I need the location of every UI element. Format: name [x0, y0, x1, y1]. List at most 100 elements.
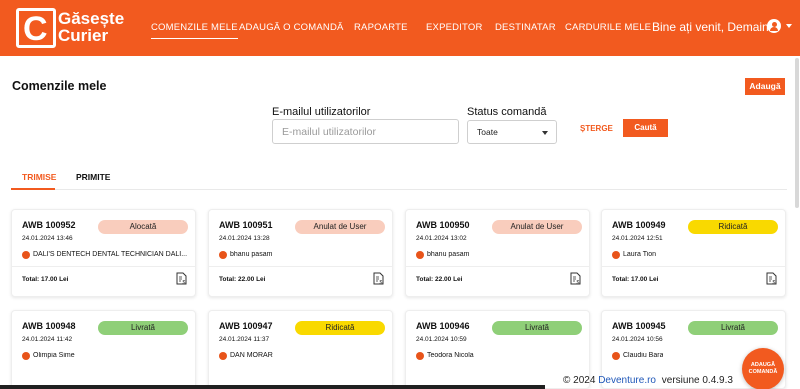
fab-line1: ADAUGĂ — [750, 362, 776, 368]
nav-destinatar[interactable]: DESTINATAR — [495, 22, 556, 33]
recipient-dot-icon — [612, 251, 620, 259]
status-label: Status comandă — [467, 106, 547, 118]
card-divider — [602, 266, 785, 267]
order-card[interactable]: AWB 100948 Livrată 24.01.2024 11:42 Olimpia… — [11, 310, 196, 389]
top-navbar: C Găsește Curier COMENZILE MELE ADAUGĂ O… — [0, 0, 800, 56]
status-select-value: Toate — [477, 127, 498, 137]
card-divider — [12, 266, 195, 267]
invoice-icon[interactable]: $ — [570, 272, 581, 286]
recipient-dot-icon — [22, 352, 30, 360]
recipient-name: DAN MORAR — [230, 352, 273, 359]
awb-number: AWB 100945 — [612, 321, 666, 331]
tab-trimise[interactable]: TRIMISE — [22, 172, 56, 182]
awb-number: AWB 100947 — [219, 321, 273, 331]
copyright: © 2024 — [563, 375, 596, 386]
scrollbar-thumb[interactable] — [795, 58, 799, 208]
recipient-dot-icon — [416, 352, 424, 360]
nav-expeditor[interactable]: EXPEDITOR — [426, 22, 483, 33]
recipient-name: Teodora Nicola — [427, 352, 474, 359]
order-date: 24.01.2024 13:02 — [416, 235, 467, 242]
order-total: Total: 22.00 Lei — [416, 276, 463, 283]
status-badge: Anulat de User — [295, 220, 385, 234]
recipient-name: bhanu pasam — [230, 251, 273, 258]
status-badge: Ridicată — [688, 220, 778, 234]
tab-primite[interactable]: PRIMITE — [76, 172, 110, 182]
recipient-dot-icon — [612, 352, 620, 360]
card-divider — [209, 266, 392, 267]
status-badge: Livrată — [688, 321, 778, 335]
add-order-fab[interactable]: ADAUGĂ COMANDĂ — [742, 348, 784, 389]
awb-number: AWB 100950 — [416, 220, 470, 230]
recipient-name: Laura Tion — [623, 251, 657, 258]
order-date: 24.01.2024 13:46 — [22, 235, 73, 242]
order-date: 24.01.2024 13:28 — [219, 235, 270, 242]
status-badge: Livrată — [492, 321, 582, 335]
recipient-dot-icon — [219, 352, 227, 360]
recipient-name: DALI'S DENTECH DENTAL TECHNICIAN DALI... — [33, 251, 188, 258]
order-total: Total: 22.00 Lei — [219, 276, 266, 283]
page-title: Comenzile mele — [12, 79, 107, 93]
logo-icon[interactable]: C — [16, 8, 56, 48]
invoice-icon[interactable]: $ — [766, 272, 777, 286]
awb-number: AWB 100951 — [219, 220, 273, 230]
welcome-text: Bine ați venit, Demain — [652, 20, 769, 34]
brand-name-line2: Curier — [58, 26, 109, 45]
order-card[interactable]: AWB 100952 Alocată 24.01.2024 13:46 DALI'S … — [11, 209, 196, 297]
order-card[interactable]: AWB 100949 Ridicată 24.01.2024 12:51 Laura … — [601, 209, 786, 297]
order-total: Total: 17.00 Lei — [22, 276, 69, 283]
logo-letter: C — [23, 10, 48, 48]
nav-rapoarte[interactable]: RAPOARTE — [354, 22, 408, 33]
recipient-name: Claudiu Bara — [623, 352, 664, 359]
bottom-bar — [0, 385, 545, 389]
invoice-icon[interactable]: $ — [373, 272, 384, 286]
awb-number: AWB 100946 — [416, 321, 470, 331]
version: versiune 0.4.9.3 — [661, 375, 733, 386]
add-button[interactable]: Adaugă — [745, 78, 785, 95]
recipient-dot-icon — [22, 251, 30, 259]
footer: © 2024 Deventure.ro versiune 0.4.9.3 — [563, 375, 733, 386]
nav-adauga-comanda[interactable]: ADAUGĂ O COMANDĂ — [239, 22, 344, 33]
active-tab-indicator — [11, 188, 55, 190]
order-date: 24.01.2024 12:51 — [612, 235, 663, 242]
recipient-dot-icon — [219, 251, 227, 259]
order-total: Total: 17.00 Lei — [612, 276, 659, 283]
awb-number: AWB 100952 — [22, 220, 76, 230]
user-circle-icon[interactable] — [767, 19, 781, 33]
recipient-name: Olimpia Sime — [33, 352, 75, 359]
chevron-down-icon — [542, 131, 548, 135]
status-badge: Livrată — [98, 321, 188, 335]
awb-number: AWB 100949 — [612, 220, 666, 230]
status-badge: Ridicată — [295, 321, 385, 335]
awb-number: AWB 100948 — [22, 321, 76, 331]
nav-comenzile-mele[interactable]: COMENZILE MELE — [151, 22, 238, 39]
search-button[interactable]: Caută — [623, 119, 668, 137]
clear-button[interactable]: ȘTERGE — [580, 124, 613, 133]
order-card[interactable]: AWB 100951 Anulat de User 24.01.2024 13:28… — [208, 209, 393, 297]
footer-link[interactable]: Deventure.ro — [598, 375, 656, 386]
recipient-dot-icon — [416, 251, 424, 259]
svg-text:$: $ — [577, 280, 580, 285]
nav-cardurile-mele[interactable]: CARDURILE MELE — [565, 22, 651, 33]
status-select[interactable]: Toate — [467, 120, 557, 144]
order-date: 24.01.2024 10:56 — [612, 336, 663, 343]
chevron-down-icon[interactable] — [786, 24, 792, 28]
fab-line2: COMANDĂ — [748, 369, 778, 375]
recipient-name: bhanu pasam — [427, 251, 470, 258]
status-badge: Alocată — [98, 220, 188, 234]
brand-name-line1: Găsește — [58, 9, 125, 28]
invoice-icon[interactable]: $ — [176, 272, 187, 286]
svg-text:$: $ — [380, 280, 383, 285]
tabs-divider — [11, 189, 787, 190]
order-date: 24.01.2024 11:42 — [22, 336, 73, 343]
svg-text:$: $ — [183, 280, 186, 285]
brand-name[interactable]: Găsește Curier — [58, 10, 124, 44]
email-filter-input[interactable] — [272, 119, 459, 144]
status-badge: Anulat de User — [492, 220, 582, 234]
email-label: E-mailul utilizatorilor — [272, 106, 371, 118]
order-date: 24.01.2024 10:59 — [416, 336, 467, 343]
order-card[interactable]: AWB 100947 Ridicată 24.01.2024 11:37 DAN MO… — [208, 310, 393, 389]
order-card[interactable]: AWB 100950 Anulat de User 24.01.2024 13:02… — [405, 209, 590, 297]
card-divider — [406, 266, 589, 267]
svg-text:$: $ — [773, 280, 776, 285]
order-date: 24.01.2024 11:37 — [219, 336, 270, 343]
